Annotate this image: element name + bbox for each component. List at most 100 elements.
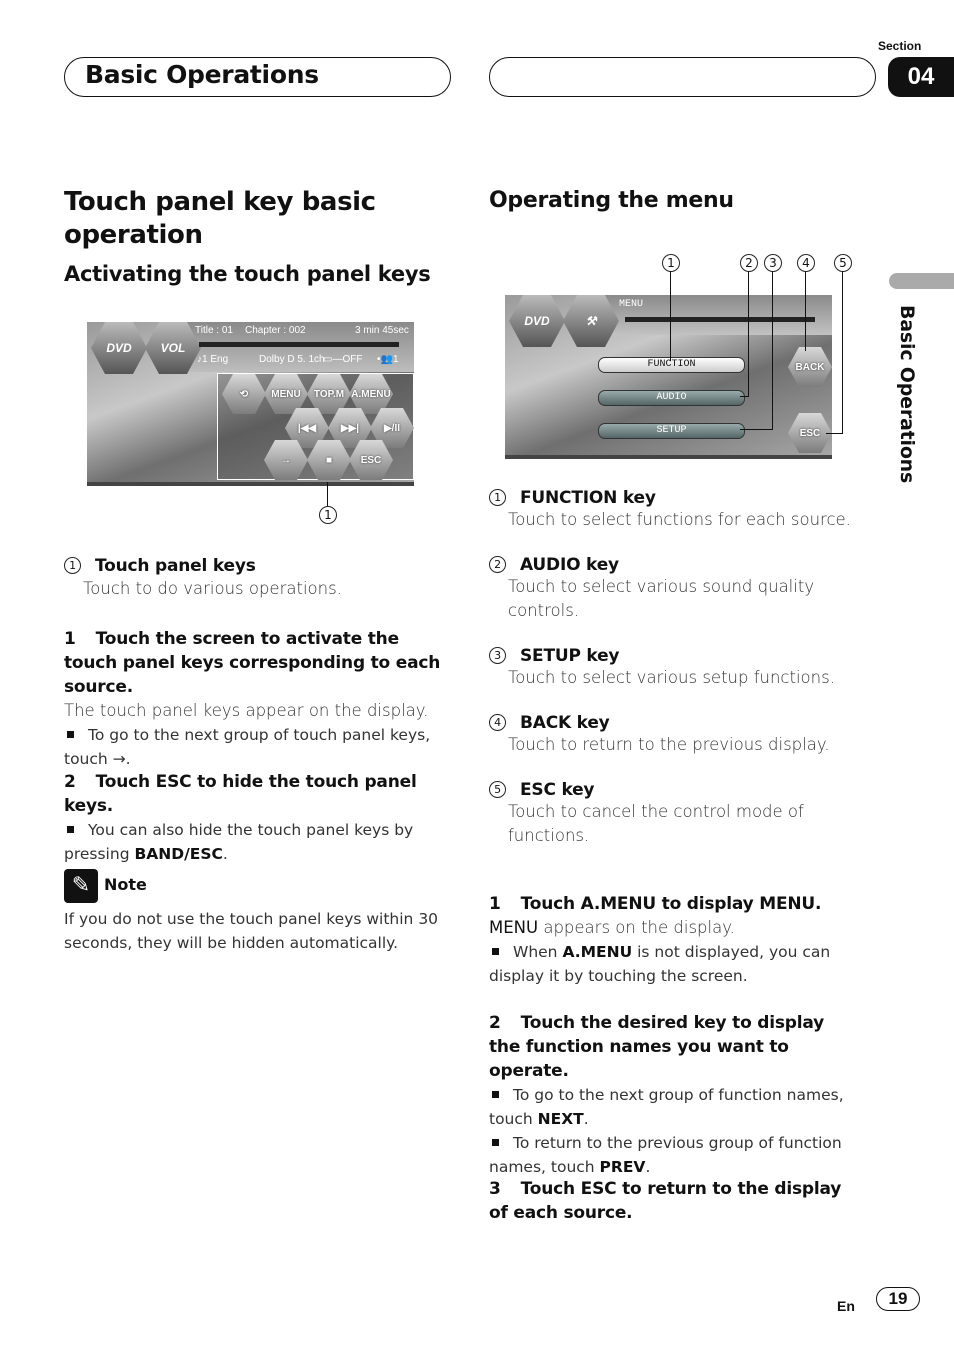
callout-4: 4 xyxy=(797,254,815,272)
step-num: 1 xyxy=(64,629,76,649)
info-title: Title : 01 xyxy=(195,325,233,336)
note-text: If you do not use the touch panel keys w… xyxy=(64,910,439,952)
touch-panel-screen-image: DVD VOL Title : 01 Chapter : 002 3 min 4… xyxy=(87,322,414,486)
step-body-bold: MENU xyxy=(489,918,539,937)
step-bullet: To go to the next group of touch panel k… xyxy=(64,723,444,771)
leader-line-5h xyxy=(826,433,843,434)
chapter-title-pill: Basic Operations xyxy=(64,57,451,97)
leader-line-2 xyxy=(748,271,749,397)
menu-step-1: 1 Touch A.MENU to display MENU. MENU appe… xyxy=(489,892,869,988)
legend-title: Touch panel keys xyxy=(95,556,256,576)
leader-line-1 xyxy=(670,271,671,361)
step-bullet: You can also hide the touch panel keys b… xyxy=(64,818,454,866)
section-title-menu: Operating the menu xyxy=(489,188,734,213)
step-2: 2 Touch ESC to hide the touch panel keys.… xyxy=(64,770,454,866)
step-title: Touch A.MENU to display MENU. xyxy=(520,894,822,914)
step-title: Touch the desired key to display the fun… xyxy=(489,1013,825,1081)
info-subtitle: ▭—OFF xyxy=(323,354,363,365)
legend-title: FUNCTION key xyxy=(520,488,656,508)
bullet-icon xyxy=(492,1139,499,1146)
bullet-suffix: →. xyxy=(107,750,131,768)
callout-line xyxy=(327,482,328,506)
step-1: 1 Touch the screen to activate the touch … xyxy=(64,627,444,771)
step-title: Touch ESC to return to the display of ea… xyxy=(489,1179,842,1223)
step-bullet: When A.MENU is not displayed, you can di… xyxy=(489,940,869,988)
legend-num: 4 xyxy=(489,714,506,731)
bullet-icon xyxy=(492,948,499,955)
bullet-suffix: . xyxy=(583,1110,589,1128)
callout-1: 1 xyxy=(319,506,337,524)
leader-line-5 xyxy=(842,271,843,434)
legend-desc: Touch to select various setup functions. xyxy=(508,668,835,687)
side-tab-label: Basic Operations xyxy=(896,305,918,484)
bullet-bold: BAND/ESC xyxy=(134,845,223,863)
step-title: Touch ESC to hide the touch panel keys. xyxy=(64,772,417,816)
subsection-title: Activating the touch panel keys xyxy=(64,262,431,286)
legend-num: 5 xyxy=(489,781,506,798)
step-bullet: To go to the next group of function name… xyxy=(489,1083,859,1131)
legend-title: AUDIO key xyxy=(520,555,619,575)
setup-key[interactable]: SETUP xyxy=(598,423,745,439)
note-label: Note xyxy=(104,875,147,894)
legend-item: 5 ESC key Touch to cancel the control mod… xyxy=(489,780,869,848)
info-audio: ♪1 Eng xyxy=(197,354,229,365)
bullet-suffix: . xyxy=(645,1158,651,1176)
menu-step-3: 3 Touch ESC to return to the display of e… xyxy=(489,1177,859,1225)
section-label: Section xyxy=(878,39,922,53)
step-num: 1 xyxy=(489,894,501,914)
info-time: 3 min 45sec xyxy=(355,325,409,336)
progress-bar xyxy=(199,342,399,347)
legend-item: 4 BACK key Touch to return to the previou… xyxy=(489,713,869,757)
leader-line-4 xyxy=(805,271,806,351)
step-title: Touch the screen to activate the touch p… xyxy=(64,629,441,697)
menu-step-2: 2 Touch the desired key to display the fu… xyxy=(489,1011,859,1179)
bullet-bold: A.MENU xyxy=(562,943,633,961)
callout-2: 2 xyxy=(740,254,758,272)
legend-item: 1 Touch panel keys Touch to do various op… xyxy=(64,556,454,601)
section-number-badge: 04 xyxy=(888,57,954,97)
bullet-icon xyxy=(492,1091,499,1098)
menu-label: MENU xyxy=(619,299,644,310)
note-icon: ✎ xyxy=(64,869,98,903)
bullet-text: When xyxy=(513,943,563,961)
leader-line-2h xyxy=(740,396,749,397)
legend-desc: Touch to cancel the control mode of func… xyxy=(508,802,804,845)
menu-screen-image: DVD ⚒ MENU FUNCTION AUDIO SETUP BACK ESC xyxy=(505,295,832,459)
bullet-icon xyxy=(67,826,74,833)
audio-key[interactable]: AUDIO xyxy=(598,390,745,406)
legend-list: 1 FUNCTION key Touch to select functions … xyxy=(489,488,869,871)
legend-title: ESC key xyxy=(520,780,595,800)
info-chapter: Chapter : 002 xyxy=(245,325,306,336)
legend-desc: Touch to return to the previous display. xyxy=(508,735,830,754)
bullet-icon xyxy=(67,731,74,738)
legend-item: 2 AUDIO key Touch to select various sound… xyxy=(489,555,869,623)
bullet-bold: PREV xyxy=(599,1158,646,1176)
language-label: En xyxy=(837,1298,855,1314)
leader-line-3h xyxy=(740,429,773,430)
step-num: 3 xyxy=(489,1179,501,1199)
back-key[interactable]: BACK xyxy=(788,347,832,387)
step-body: appears on the display. xyxy=(538,918,735,937)
bullet-text: To return to the previous group of funct… xyxy=(489,1134,842,1176)
bullet-bold: NEXT xyxy=(537,1110,584,1128)
step-num: 2 xyxy=(489,1013,501,1033)
callout-5: 5 xyxy=(834,254,852,272)
legend-item: 3 SETUP key Touch to select various setup… xyxy=(489,646,869,690)
function-key[interactable]: FUNCTION xyxy=(598,357,745,373)
info-format: Dolby D 5. 1ch xyxy=(259,354,325,365)
bullet-text: You can also hide the touch panel keys b… xyxy=(64,821,414,863)
bullet-suffix: . xyxy=(222,845,228,863)
menu-progress-bar xyxy=(625,317,815,322)
chapter-title: Basic Operations xyxy=(85,60,319,89)
legend-desc: Touch to do various operations. xyxy=(83,579,342,598)
side-tab-bar xyxy=(889,273,954,289)
step-bullet: To return to the previous group of funct… xyxy=(489,1131,859,1179)
callout-3: 3 xyxy=(764,254,782,272)
legend-num: 3 xyxy=(489,647,506,664)
legend-num: 1 xyxy=(489,489,506,506)
legend-desc: Touch to select various sound quality co… xyxy=(508,577,815,620)
leader-line-3 xyxy=(772,271,773,430)
page-number: 19 xyxy=(876,1287,920,1311)
legend-num: 1 xyxy=(64,557,81,574)
page-title: Touch panel key basic operation xyxy=(64,187,376,250)
